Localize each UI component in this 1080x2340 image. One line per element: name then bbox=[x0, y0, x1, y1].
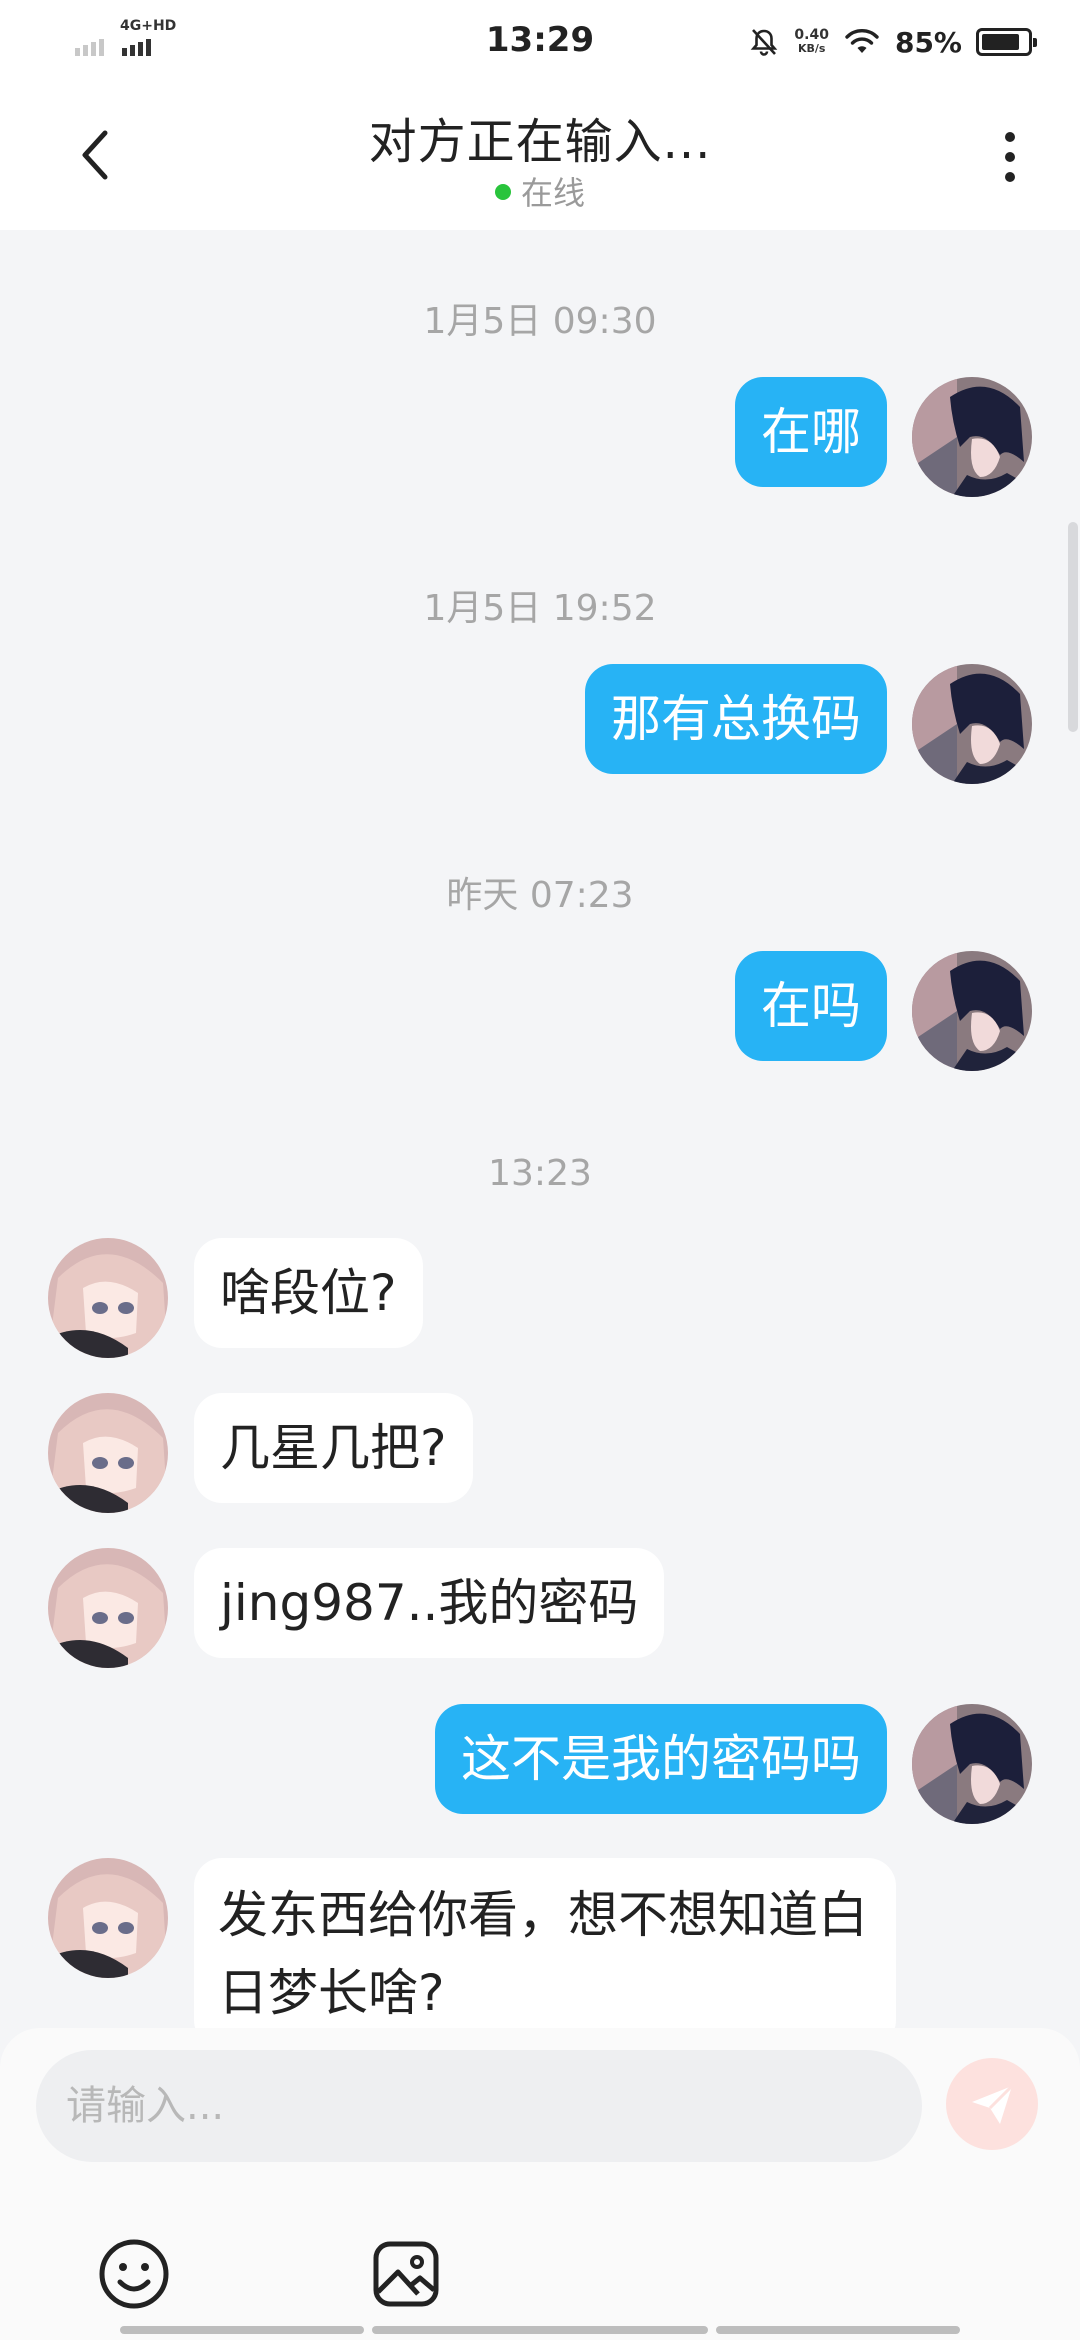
chat-screen: 4G+HD 13:29 0.40 KB/s 85% 对方正在输入... 在线 1… bbox=[0, 0, 1080, 2340]
nav-handle bbox=[372, 2326, 708, 2334]
message-bubble-incoming[interactable]: jing987..我的密码 bbox=[194, 1548, 665, 1658]
network-speed: 0.40 KB/s bbox=[794, 27, 829, 55]
message-bubble-outgoing[interactable]: 那有总换码 bbox=[585, 664, 887, 774]
page-title: 对方正在输入... bbox=[368, 114, 712, 170]
status-bar: 4G+HD 13:29 0.40 KB/s 85% bbox=[0, 0, 1080, 82]
more-dot bbox=[1005, 132, 1015, 142]
message-timestamp: 1月5日 09:30 bbox=[423, 301, 657, 342]
contact-avatar[interactable] bbox=[48, 1548, 168, 1668]
more-options-button[interactable] bbox=[980, 122, 1040, 192]
my-avatar[interactable] bbox=[912, 377, 1032, 497]
battery-percent: 85% bbox=[894, 25, 962, 59]
message-bubble-incoming[interactable]: 几星几把? bbox=[194, 1393, 473, 1503]
send-icon bbox=[972, 2084, 1014, 2124]
contact-avatar[interactable] bbox=[48, 1393, 168, 1513]
message-bubble-outgoing[interactable]: 这不是我的密码吗 bbox=[435, 1704, 887, 1814]
battery-icon bbox=[976, 28, 1037, 56]
avatar-male-icon bbox=[912, 377, 1032, 497]
input-panel: 请输入... bbox=[0, 2028, 1080, 2340]
online-dot bbox=[494, 184, 511, 200]
contact-avatar[interactable] bbox=[48, 1858, 168, 1978]
nav-handle bbox=[120, 2326, 364, 2334]
message-timestamp: 1月5日 19:52 bbox=[423, 588, 657, 629]
emoji-button[interactable] bbox=[96, 2236, 172, 2312]
status-right: 0.40 KB/s 85% bbox=[748, 22, 1037, 62]
message-bubble-incoming[interactable]: 发东西给你看，想不想知道白日梦长啥? bbox=[194, 1858, 896, 2048]
message-bubble-outgoing[interactable]: 在吗 bbox=[735, 951, 887, 1061]
contact-avatar[interactable] bbox=[48, 1238, 168, 1358]
avatar-male-icon bbox=[912, 664, 1032, 784]
my-avatar[interactable] bbox=[912, 664, 1032, 784]
avatar-female-icon bbox=[48, 1858, 168, 1978]
image-button[interactable] bbox=[368, 2236, 444, 2312]
message-timestamp: 昨天 07:23 bbox=[446, 875, 634, 916]
mute-bell-icon bbox=[751, 29, 778, 56]
message-timestamp: 13:23 bbox=[488, 1153, 592, 1194]
more-dot bbox=[1005, 152, 1015, 162]
avatar-female-icon bbox=[48, 1238, 168, 1358]
avatar-female-icon bbox=[48, 1548, 168, 1668]
message-bubble-incoming[interactable]: 啥段位? bbox=[194, 1238, 423, 1348]
message-input[interactable]: 请输入... bbox=[36, 2050, 922, 2162]
image-icon bbox=[373, 2241, 439, 2307]
online-status-label: 在线 bbox=[520, 174, 585, 212]
avatar-male-icon bbox=[912, 951, 1032, 1071]
nav-handle bbox=[716, 2326, 960, 2334]
battery-fill bbox=[982, 34, 1020, 50]
avatar-male-icon bbox=[912, 1704, 1032, 1824]
my-avatar[interactable] bbox=[912, 1704, 1032, 1824]
emoji-icon bbox=[99, 2239, 169, 2309]
my-avatar[interactable] bbox=[912, 951, 1032, 1071]
avatar-female-icon bbox=[48, 1393, 168, 1513]
chat-header: 对方正在输入... 在线 bbox=[0, 82, 1080, 230]
message-bubble-outgoing[interactable]: 在哪 bbox=[735, 377, 887, 487]
more-dot bbox=[1005, 172, 1015, 182]
online-status: 在线 bbox=[0, 168, 1080, 214]
wifi-icon bbox=[845, 29, 879, 53]
send-button[interactable] bbox=[946, 2058, 1038, 2150]
